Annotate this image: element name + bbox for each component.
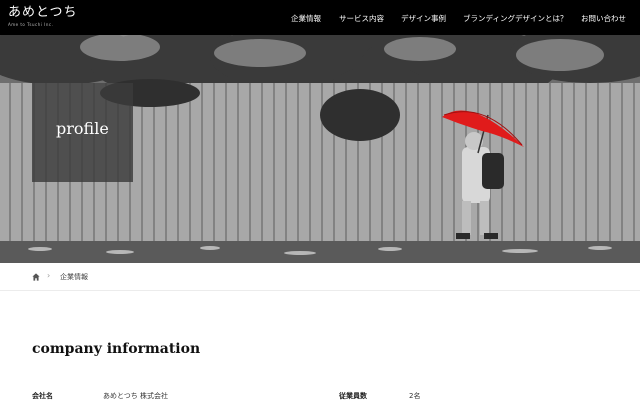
hero-image: profile xyxy=(0,35,640,263)
hero-title: profile xyxy=(56,119,109,138)
nav-item-contact[interactable]: お問い合わせ xyxy=(581,13,626,24)
logo-subtext: Ame to Tsuchi Inc. xyxy=(8,22,54,27)
nav-item-branding[interactable]: ブランディングデザインとは？ xyxy=(463,13,567,24)
site-header: あめとつち Ame to Tsuchi Inc. 企業情報 サービス内容 デザイ… xyxy=(0,0,640,35)
home-icon[interactable] xyxy=(32,273,40,281)
site-logo[interactable]: あめとつち Ame to Tsuchi Inc. xyxy=(8,5,78,28)
nav-item-services[interactable]: サービス内容 xyxy=(339,13,384,24)
nav-item-company[interactable]: 企業情報 xyxy=(291,13,321,24)
logo-text: あめとつち xyxy=(8,5,78,20)
breadcrumb: › 企業情報 xyxy=(0,263,640,291)
section-title: company information xyxy=(32,341,201,357)
breadcrumb-current: 企業情報 xyxy=(60,273,88,281)
profile-label-box: profile xyxy=(32,83,133,182)
nav-item-design-cases[interactable]: デザイン事例 xyxy=(401,13,446,24)
breadcrumb-separator-icon: › xyxy=(47,271,51,280)
